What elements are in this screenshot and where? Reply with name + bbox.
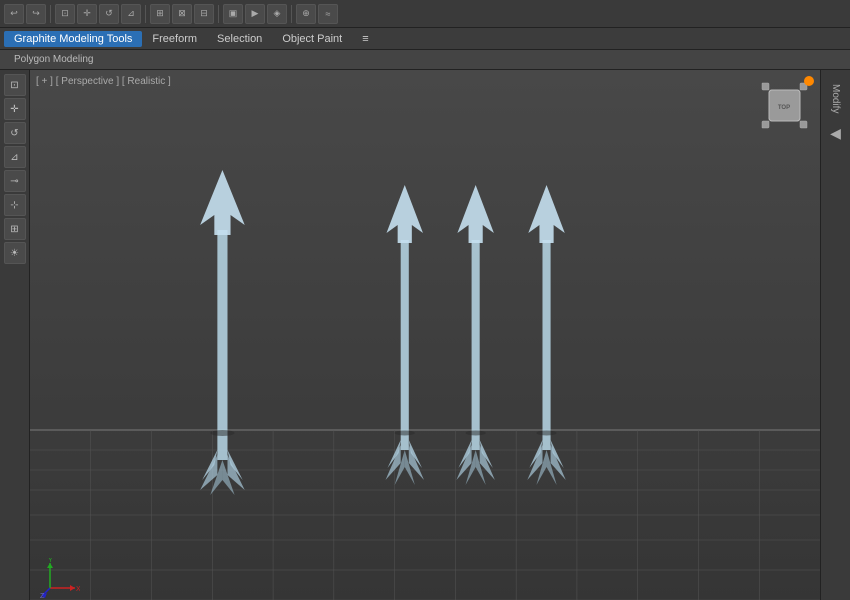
mirror-icon[interactable]: ⊠: [172, 4, 192, 24]
align-icon[interactable]: ⊟: [194, 4, 214, 24]
move-icon[interactable]: ✛: [77, 4, 97, 24]
tool-link[interactable]: ⊸: [4, 170, 26, 192]
render-setup-icon[interactable]: ▣: [223, 4, 243, 24]
scale-icon[interactable]: ⊿: [121, 4, 141, 24]
svg-text:Y: Y: [48, 558, 53, 564]
material-icon[interactable]: ⊕: [296, 4, 316, 24]
tool-lights[interactable]: ☀: [4, 242, 26, 264]
sub-polygon-modeling[interactable]: Polygon Modeling: [6, 53, 102, 66]
modifier-arrow[interactable]: ◀: [830, 125, 841, 142]
tool-scale[interactable]: ⊿: [4, 146, 26, 168]
modifier-label[interactable]: Modify: [830, 84, 841, 113]
tool-rotate[interactable]: ↺: [4, 122, 26, 144]
curve-editor-icon[interactable]: ≈: [318, 4, 338, 24]
snap-icon[interactable]: ⊞: [150, 4, 170, 24]
menu-freeform[interactable]: Freeform: [142, 31, 207, 47]
render-icon[interactable]: ▶: [245, 4, 265, 24]
render-frame-icon[interactable]: ◈: [267, 4, 287, 24]
menu-selection[interactable]: Selection: [207, 31, 272, 47]
rotate-icon[interactable]: ↺: [99, 4, 119, 24]
separator3: [218, 5, 219, 23]
top-toolbar: ↩ ↪ ⊡ ✛ ↺ ⊿ ⊞ ⊠ ⊟ ▣ ▶ ◈ ⊕ ≈: [0, 0, 850, 28]
viewport[interactable]: [ + ] [ Perspective ] [ Realistic ] TOP: [30, 70, 820, 600]
orange-indicator: [804, 76, 814, 86]
select-icon[interactable]: ⊡: [55, 4, 75, 24]
menu-bar: Graphite Modeling Tools Freeform Selecti…: [0, 28, 850, 50]
svg-text:Z: Z: [40, 593, 45, 598]
menu-object-paint[interactable]: Object Paint: [272, 31, 352, 47]
separator4: [291, 5, 292, 23]
separator2: [145, 5, 146, 23]
tool-bone[interactable]: ⊹: [4, 194, 26, 216]
view-cube[interactable]: TOP: [757, 78, 812, 133]
tool-camera[interactable]: ⊞: [4, 218, 26, 240]
redo-icon[interactable]: ↪: [26, 4, 46, 24]
main-layout: ⊡ ✛ ↺ ⊿ ⊸ ⊹ ⊞ ☀ [ + ] [ Perspective ] [ …: [0, 70, 850, 600]
tool-select[interactable]: ⊡: [4, 74, 26, 96]
tool-move[interactable]: ✛: [4, 98, 26, 120]
sub-menu-bar: Polygon Modeling: [0, 50, 850, 70]
separator: [50, 5, 51, 23]
menu-graphite[interactable]: Graphite Modeling Tools: [4, 31, 142, 47]
svg-text:TOP: TOP: [778, 105, 790, 111]
grid-canvas: [30, 70, 820, 600]
right-panel: Modify ◀: [820, 70, 850, 600]
left-panel: ⊡ ✛ ↺ ⊿ ⊸ ⊹ ⊞ ☀: [0, 70, 30, 600]
undo-icon[interactable]: ↩: [4, 4, 24, 24]
coord-axes: X Y Z: [40, 558, 70, 588]
svg-text:X: X: [76, 586, 80, 593]
menu-more[interactable]: ≡: [352, 31, 378, 47]
